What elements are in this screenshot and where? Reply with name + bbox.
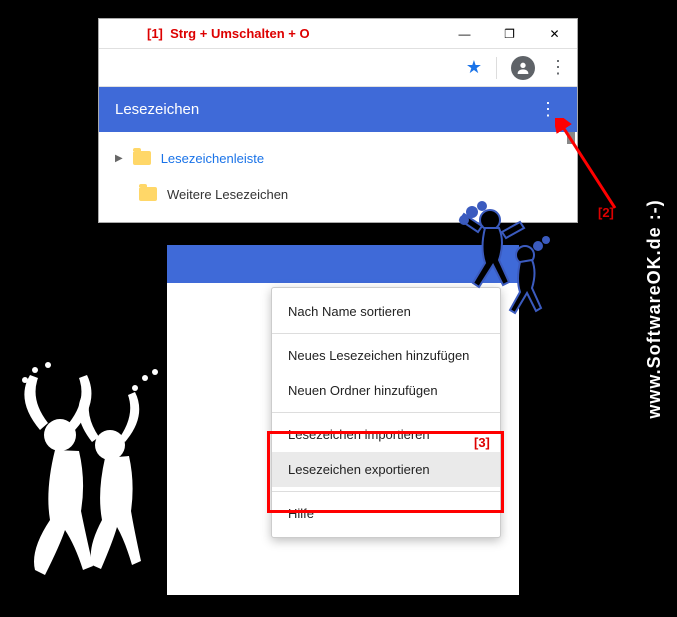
bookmarks-title: Lesezeichen [115,101,199,118]
minimize-button[interactable]: — [442,19,487,48]
bookmarks-list: ▶ Lesezeichenleiste Weitere Lesezeichen [99,132,577,220]
ctx-new-folder[interactable]: Neuen Ordner hinzufügen [272,373,500,408]
menu-separator [272,491,500,492]
annotation-1: [1] Strg + Umschalten + O [147,26,310,41]
scrollbar-thumb[interactable] [567,132,575,144]
bookmarks-header: Lesezeichen ⋮ [99,87,577,132]
ctx-import-bookmarks[interactable]: Lesezeichen importieren [272,417,500,452]
chrome-bookmarks-window: [1] Strg + Umschalten + O — ❐ ✕ ★ ⋮ Lese… [98,18,578,223]
bookmark-folder-label: Lesezeichenleiste [161,151,264,166]
bookmark-folder-row[interactable]: Weitere Lesezeichen [99,176,577,212]
close-button[interactable]: ✕ [532,19,577,48]
context-window-header [167,245,519,283]
toolbar-divider [496,57,497,79]
ctx-sort-by-name[interactable]: Nach Name sortieren [272,294,500,329]
browser-menu-icon[interactable]: ⋮ [549,57,567,78]
annotation-2: [2] [598,205,614,220]
bookmark-folder-label: Weitere Lesezeichen [167,187,288,202]
annotation-3: [3] [474,435,490,450]
bookmark-star-icon[interactable]: ★ [466,57,482,78]
folder-icon [139,187,157,201]
folder-icon [133,151,151,165]
bookmarks-menu-icon[interactable]: ⋮ [535,95,561,124]
menu-separator [272,333,500,334]
ctx-new-bookmark[interactable]: Neues Lesezeichen hinzufügen [272,338,500,373]
watermark-text: www.SoftwareOK.de :-) [644,199,665,418]
decorative-figures-left [0,330,180,590]
menu-separator [272,412,500,413]
ctx-export-bookmarks[interactable]: Lesezeichen exportieren [272,452,500,487]
bookmarks-context-window: Nach Name sortieren Neues Lesezeichen hi… [167,245,519,595]
maximize-button[interactable]: ❐ [487,19,532,48]
ctx-help[interactable]: Hilfe [272,496,500,531]
caret-right-icon: ▶ [115,153,123,164]
context-menu: Nach Name sortieren Neues Lesezeichen hi… [271,287,501,538]
profile-avatar[interactable] [511,56,535,80]
bookmark-folder-row[interactable]: ▶ Lesezeichenleiste [99,140,577,176]
browser-toolbar: ★ ⋮ [99,49,577,87]
window-titlebar: [1] Strg + Umschalten + O — ❐ ✕ [99,19,577,49]
